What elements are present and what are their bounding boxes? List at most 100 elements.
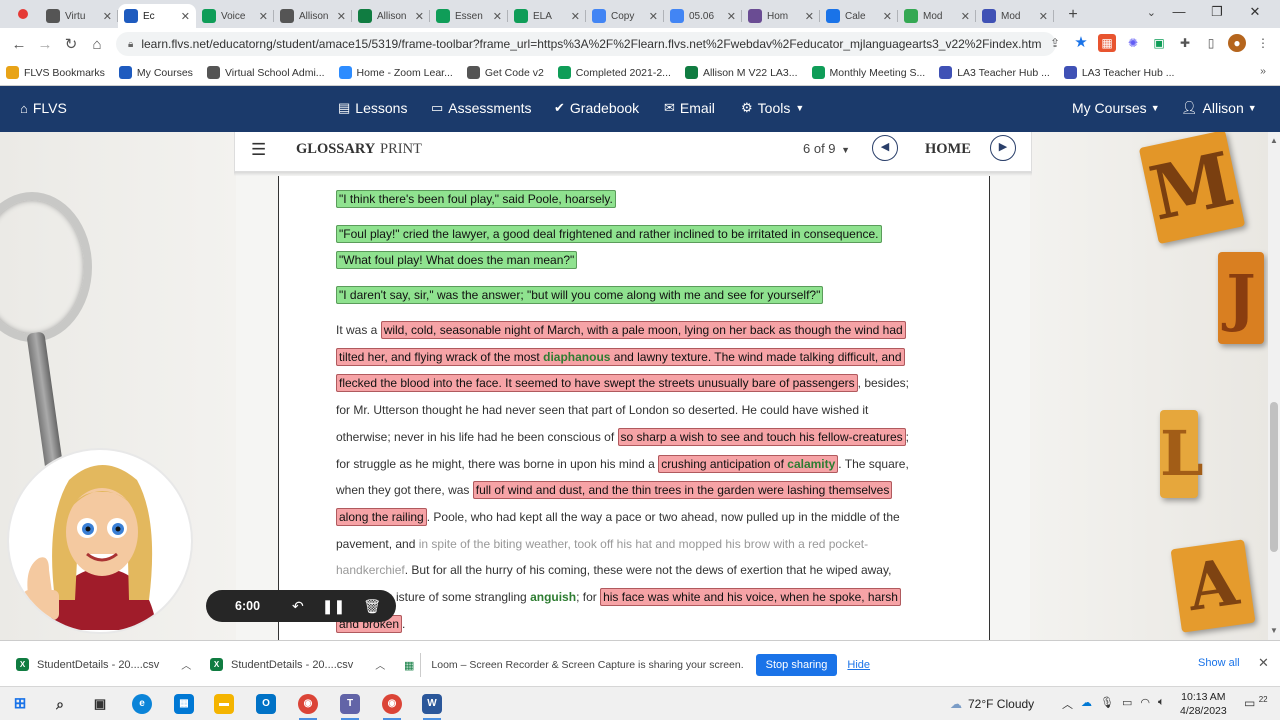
tab-close-icon[interactable]: ✕ — [883, 10, 892, 23]
store-icon[interactable]: ▦ — [174, 694, 194, 714]
task-view-icon[interactable]: ▣ — [90, 694, 110, 714]
browser-tab[interactable]: 05.06 ✕ — [664, 4, 742, 28]
bookmark-item[interactable]: Completed 2021-2... — [557, 66, 671, 79]
tab-close-icon[interactable]: ✕ — [961, 10, 970, 23]
browser-tab[interactable]: Allison ✕ — [274, 4, 352, 28]
browser-tab[interactable]: Voice ✕ — [196, 4, 274, 28]
tab-close-icon[interactable]: ✕ — [727, 10, 736, 23]
tab-close-icon[interactable]: ✕ — [415, 10, 424, 23]
nav-assessments[interactable]: ▭ Assessments — [431, 100, 532, 116]
tab-close-icon[interactable]: ✕ — [571, 10, 580, 23]
trash-icon[interactable]: 🗑︎ — [363, 598, 381, 615]
clock[interactable]: 10:13 AM 4/28/2023 — [1180, 690, 1227, 718]
bookmark-item[interactable]: Get Code v2 — [466, 66, 544, 79]
share-icon[interactable]: ⇪ — [1046, 34, 1064, 52]
bookmark-item[interactable]: My Courses — [118, 66, 193, 79]
bookmark-item[interactable]: FLVS Bookmarks — [6, 66, 105, 79]
pause-icon[interactable]: ❚❚ — [322, 598, 345, 615]
highlight-green[interactable]: "I daren't say, sir," was the answer; "b… — [336, 286, 824, 304]
vocab-word-diaphanous[interactable]: diaphanous — [543, 350, 610, 364]
highlight-red[interactable]: so sharp a wish to see and touch his fel… — [617, 428, 906, 446]
browser-tab[interactable]: Virtu ✕ — [40, 4, 118, 28]
profile-avatar[interactable]: ● — [1228, 34, 1246, 52]
tab-close-icon[interactable]: ✕ — [259, 10, 268, 23]
browser-tab[interactable]: Cale ✕ — [820, 4, 898, 28]
scroll-down-arrow-icon[interactable]: ▼ — [1270, 626, 1278, 635]
highlight-red[interactable]: along the railing — [336, 508, 427, 526]
highlight-red[interactable]: tilted her, and flying wrack of the most… — [336, 348, 905, 366]
edge-icon[interactable]: e — [132, 694, 152, 714]
volume-icon[interactable]: 🔈︎ — [1158, 696, 1165, 712]
page-scrollbar[interactable]: ▲ ▼ — [1268, 132, 1280, 640]
home-button[interactable]: HOME — [925, 141, 971, 158]
chevron-up-icon[interactable]: ︿ — [1062, 696, 1073, 712]
word-icon[interactable]: W — [422, 694, 442, 714]
tab-close-icon[interactable]: ✕ — [337, 10, 346, 23]
nav-email[interactable]: ✉ Email — [664, 100, 715, 116]
highlight-red[interactable]: his face was white and his voice, when h… — [600, 588, 901, 606]
browser-tab[interactable]: Mod ✕ — [976, 4, 1054, 28]
back-arrow-icon[interactable]: ← — [6, 36, 32, 53]
browser-tab[interactable]: Mod ✕ — [898, 4, 976, 28]
flvs-home-link[interactable]: ⌂ FLVS — [20, 100, 67, 116]
network-icon[interactable]: ▭ — [1122, 696, 1132, 712]
search-icon[interactable]: ⌕ — [50, 694, 70, 714]
tab-close-icon[interactable]: ✕ — [103, 10, 112, 23]
bookmark-item[interactable]: Virtual School Admi... — [206, 66, 325, 79]
tab-close-icon[interactable]: ✕ — [1039, 10, 1048, 23]
glossary-button[interactable]: GLOSSARY — [296, 141, 375, 158]
vocab-word-anguish[interactable]: anguish — [530, 590, 576, 604]
next-page-button[interactable]: ▶ — [990, 135, 1016, 161]
bookmark-item[interactable]: Allison M V22 LA3... — [684, 66, 798, 79]
download-item[interactable]: X StudentDetails - 20....csv ︿ — [16, 657, 191, 672]
bookmarks-overflow-icon[interactable]: » — [1260, 65, 1266, 77]
nav-my-courses[interactable]: My Courses ▼ — [1072, 100, 1160, 116]
nav-tools[interactable]: ⚙ Tools ▼ — [741, 100, 804, 116]
bookmark-item[interactable]: LA3 Teacher Hub ... — [939, 66, 1050, 79]
highlight-red[interactable]: full of wind and dust, and the thin tree… — [472, 481, 893, 499]
microphone-icon[interactable]: 🎙︎ — [1100, 696, 1114, 712]
vocab-word-calamity[interactable]: calamity — [787, 457, 835, 471]
browser-tab[interactable]: Essen ✕ — [430, 4, 508, 28]
bookmark-star-icon[interactable]: ★ — [1072, 34, 1090, 52]
nav-lessons[interactable]: ▤ Lessons — [338, 100, 407, 116]
show-all-downloads-link[interactable]: Show all — [1198, 657, 1240, 669]
download-item[interactable]: X StudentDetails - 20....csv ︿ — [210, 657, 385, 672]
new-tab-button[interactable]: + — [1060, 4, 1086, 28]
tab-close-icon[interactable]: ✕ — [181, 10, 190, 23]
tab-search-icon[interactable]: ⌄ — [1147, 6, 1156, 19]
bookmark-item[interactable]: LA3 Teacher Hub ... — [1063, 66, 1174, 79]
chevron-up-icon[interactable]: ︿ — [375, 657, 385, 672]
chevron-up-icon[interactable]: ︿ — [181, 657, 191, 672]
chrome-icon[interactable]: ◉ — [382, 694, 402, 714]
browser-tab[interactable]: Ec ✕ — [118, 4, 196, 28]
extension-icon[interactable]: ▣ — [1150, 34, 1168, 52]
highlight-red[interactable]: crushing anticipation of calamity — [658, 455, 839, 473]
chrome-icon[interactable]: ◉ — [298, 694, 318, 714]
nav-gradebook[interactable]: ✔ Gradebook — [554, 100, 639, 116]
tab-close-icon[interactable]: ✕ — [493, 10, 502, 23]
loom-extension-icon[interactable]: ✺ — [1124, 34, 1142, 52]
tab-close-icon[interactable]: ✕ — [805, 10, 814, 23]
side-panel-icon[interactable]: ▯ — [1202, 34, 1220, 52]
highlight-green[interactable]: "Foul play!" cried the lawyer, a good de… — [336, 225, 882, 243]
highlight-red[interactable]: flecked the blood into the face. It seem… — [336, 374, 858, 392]
close-window-button[interactable]: ✕ — [1236, 4, 1274, 20]
onedrive-icon[interactable]: ☁ — [1081, 696, 1092, 712]
notifications-button[interactable]: ▭ 22 — [1244, 695, 1268, 710]
outlook-icon[interactable]: O — [256, 694, 276, 714]
weather-widget[interactable]: ☁ 72°F Cloudy — [950, 697, 1034, 711]
browser-tab[interactable]: ELA ✕ — [508, 4, 586, 28]
maximize-button[interactable]: ❐ — [1198, 4, 1236, 20]
undo-recording-icon[interactable]: ↶ — [292, 598, 304, 615]
close-icon[interactable]: ✕ — [1258, 655, 1269, 671]
minimize-button[interactable]: — — [1160, 4, 1198, 20]
bookmark-item[interactable]: Monthly Meeting S... — [811, 66, 925, 79]
previous-page-button[interactable]: ◀ — [872, 135, 898, 161]
bookmark-item[interactable]: Home - Zoom Lear... — [338, 66, 453, 79]
forward-arrow-icon[interactable]: → — [32, 36, 58, 53]
windows-start-icon[interactable]: ⊞ — [10, 694, 30, 714]
extensions-puzzle-icon[interactable]: ✚ — [1176, 34, 1194, 52]
wifi-icon[interactable]: ◠ — [1140, 696, 1150, 712]
nav-user-menu[interactable]: 👤︎ Allison ▼ — [1181, 100, 1257, 116]
